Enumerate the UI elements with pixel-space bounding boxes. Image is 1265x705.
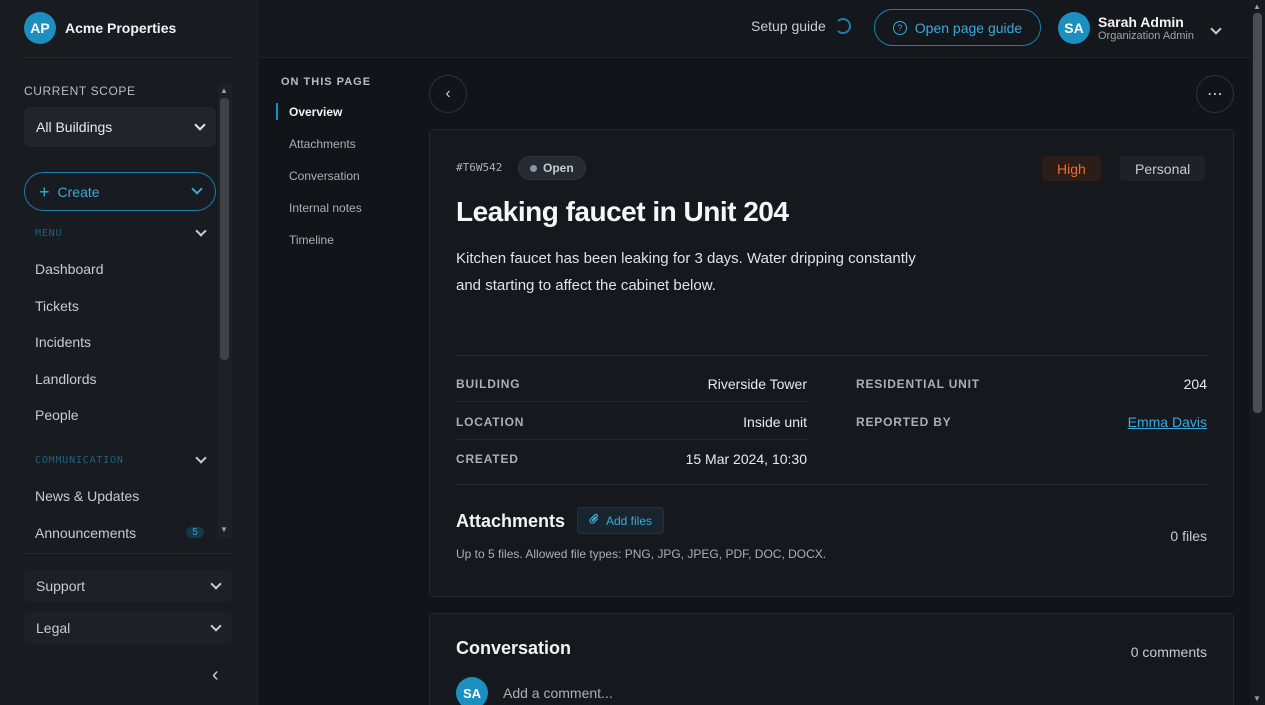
status-dot-icon: [530, 164, 537, 172]
support-label: Support: [36, 578, 86, 594]
user-name: Sarah Admin: [1098, 14, 1184, 30]
reported-by-label: REPORTED BY: [856, 415, 952, 429]
create-label: Create: [57, 183, 100, 200]
sidebar-item-dashboard[interactable]: Dashboard: [35, 261, 104, 277]
legal-label: Legal: [36, 620, 71, 636]
scroll-up-icon[interactable]: ▲: [220, 86, 228, 95]
back-button[interactable]: ‹: [429, 75, 467, 113]
toc-item-internal-notes[interactable]: Internal notes: [289, 201, 362, 215]
progress-spinner-icon: [834, 18, 851, 34]
more-icon: ⋯: [1207, 86, 1223, 103]
collapse-sidebar-icon[interactable]: ‹: [212, 664, 219, 687]
toc-active-indicator: [276, 103, 278, 120]
open-page-guide-button[interactable]: ? Open page guide: [874, 9, 1041, 46]
add-files-button[interactable]: Add files: [577, 507, 665, 534]
category-tag: Personal: [1120, 156, 1206, 181]
more-options-button[interactable]: ⋯: [1196, 75, 1234, 113]
sidebar-scroll-thumb[interactable]: [220, 98, 229, 360]
sidebar-divider: [24, 553, 232, 554]
support-accordion[interactable]: Support: [24, 570, 232, 602]
chevron-down-icon: [194, 118, 206, 131]
toc-title: ON THIS PAGE: [281, 76, 372, 88]
comment-avatar: SA: [456, 677, 488, 705]
toc-item-timeline[interactable]: Timeline: [289, 233, 334, 247]
chevron-down-icon: [191, 183, 203, 195]
attachments-count: 0 files: [1170, 528, 1207, 544]
scroll-up-icon[interactable]: ▲: [1253, 2, 1261, 11]
comment-input[interactable]: Add a comment...: [503, 685, 613, 701]
sidebar: AP Acme Properties CURRENT SCOPE All Bui…: [0, 0, 258, 705]
announcements-badge: 5: [186, 527, 204, 538]
toc-item-overview[interactable]: Overview: [289, 105, 342, 119]
paperclip-icon: [589, 513, 600, 528]
sidebar-item-people[interactable]: People: [35, 407, 79, 423]
plus-icon: +: [39, 181, 50, 202]
ticket-card: #T6W542 Open High Personal Leaking fauce…: [429, 129, 1234, 597]
unit-label: RESIDENTIAL UNIT: [856, 377, 980, 391]
ticket-description: Kitchen faucet has been leaking for 3 da…: [456, 250, 916, 294]
communication-heading: COMMUNICATION: [35, 455, 124, 466]
page-guide-label: Open page guide: [914, 19, 1023, 36]
brand-avatar: AP: [24, 12, 56, 44]
sidebar-item-tickets[interactable]: Tickets: [35, 298, 79, 314]
add-files-label: Add files: [606, 513, 653, 528]
sidebar-item-landlords[interactable]: Landlords: [35, 371, 97, 387]
help-icon: ?: [892, 20, 907, 35]
comments-count: 0 comments: [1130, 644, 1207, 660]
setup-guide-button[interactable]: Setup guide: [751, 18, 851, 34]
user-avatar: SA: [1058, 12, 1090, 44]
menu-section-toggle[interactable]: MENU: [35, 225, 207, 239]
user-role: Organization Admin: [1098, 30, 1194, 42]
row-divider: [456, 401, 809, 402]
scroll-down-icon[interactable]: ▼: [220, 525, 228, 534]
ticket-title: Leaking faucet in Unit 204: [456, 196, 789, 227]
communication-section-toggle[interactable]: COMMUNICATION: [35, 452, 207, 466]
priority-badge: High: [1042, 156, 1101, 181]
ticket-id: #T6W542: [456, 161, 503, 174]
brand-name: Acme Properties: [65, 20, 177, 36]
conversation-card: Conversation 0 comments SA Add a comment…: [429, 613, 1234, 705]
location-value: Inside unit: [743, 414, 807, 430]
created-value: 15 Mar 2024, 10:30: [685, 451, 807, 467]
building-value: Riverside Tower: [707, 376, 807, 392]
toc-item-attachments[interactable]: Attachments: [289, 137, 356, 151]
chevron-down-icon[interactable]: [1210, 20, 1222, 38]
scope-label: CURRENT SCOPE: [24, 84, 136, 98]
sidebar-item-news[interactable]: News & Updates: [35, 488, 139, 504]
attachments-hint: Up to 5 files. Allowed file types: PNG, …: [456, 547, 827, 561]
status-label: Open: [543, 161, 574, 175]
user-menu[interactable]: SA Sarah Admin Organization Admin: [1058, 12, 1194, 44]
reported-by-link[interactable]: Emma Davis: [1128, 414, 1207, 430]
section-divider: [456, 484, 1209, 485]
created-label: CREATED: [456, 452, 519, 466]
chevron-down-icon: [210, 619, 222, 632]
location-label: LOCATION: [456, 415, 525, 429]
row-divider: [456, 439, 809, 440]
legal-accordion[interactable]: Legal: [24, 612, 232, 644]
scope-value: All Buildings: [36, 119, 113, 135]
attachments-title: Attachments: [456, 511, 566, 531]
conversation-title: Conversation: [456, 638, 572, 658]
chevron-left-icon: ‹: [445, 85, 451, 102]
create-button[interactable]: + Create: [24, 172, 216, 211]
status-badge: Open: [518, 156, 586, 180]
unit-value: 204: [1183, 376, 1207, 392]
menu-heading: MENU: [35, 228, 63, 239]
building-label: BUILDING: [456, 377, 521, 391]
sidebar-item-announcements[interactable]: Announcements: [35, 525, 136, 538]
chevron-down-icon: [195, 225, 207, 237]
toc-item-conversation[interactable]: Conversation: [289, 169, 360, 183]
scope-select[interactable]: All Buildings: [24, 107, 216, 147]
chevron-down-icon: [210, 577, 222, 590]
section-divider: [456, 355, 1209, 356]
setup-guide-label: Setup guide: [751, 18, 826, 34]
sidebar-divider: [24, 57, 232, 58]
scroll-down-icon[interactable]: ▼: [1253, 694, 1261, 703]
page-scroll-thumb[interactable]: [1253, 13, 1262, 413]
sidebar-item-incidents[interactable]: Incidents: [35, 334, 91, 350]
brand[interactable]: AP Acme Properties: [24, 12, 176, 44]
chevron-down-icon: [195, 452, 207, 464]
